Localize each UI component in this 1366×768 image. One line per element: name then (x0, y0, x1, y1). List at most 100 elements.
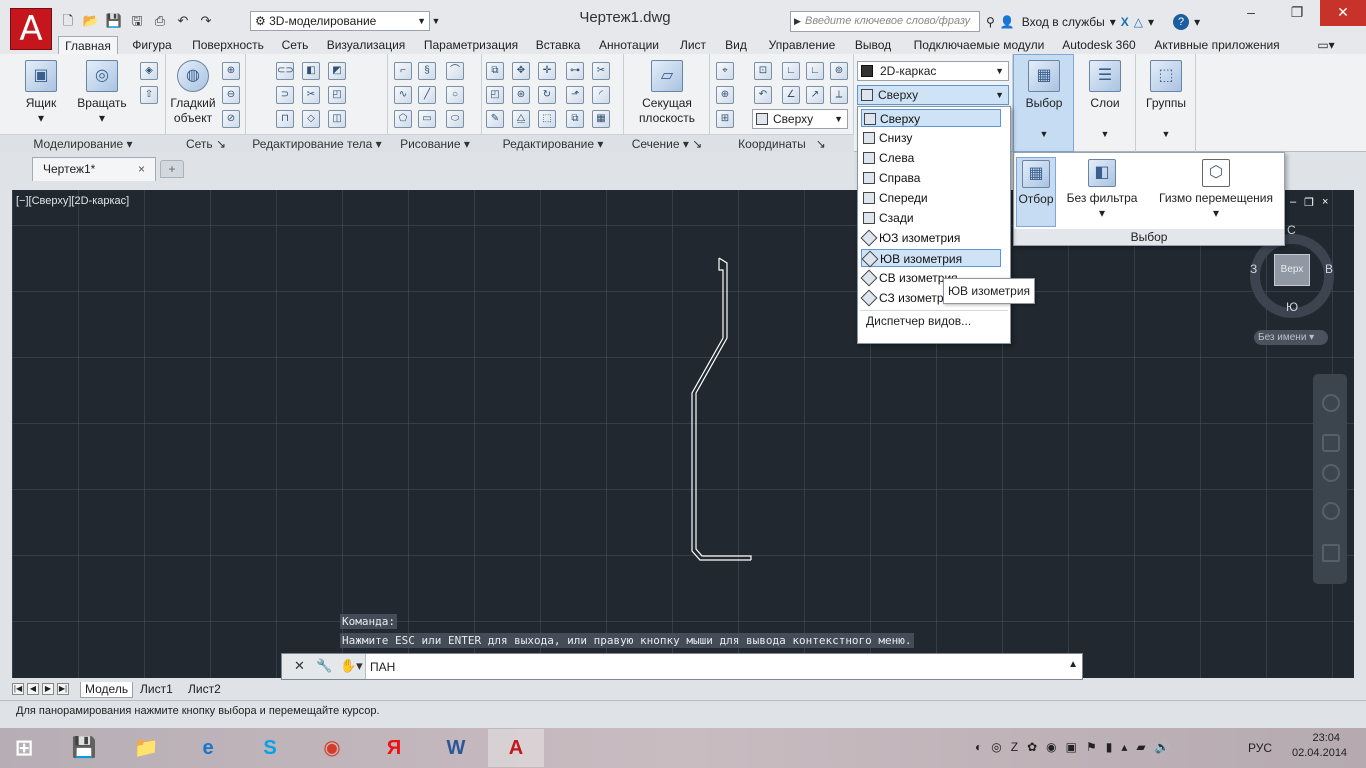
layout-tab-sheet2[interactable]: Лист2 (184, 682, 225, 698)
3d-rotate-icon[interactable]: ◰ (486, 86, 504, 104)
chevron-down-icon[interactable]: ▾ (1194, 15, 1200, 29)
view-option-top[interactable]: Сверху (861, 109, 1001, 127)
stretch-icon[interactable]: ⬏ (566, 86, 584, 104)
line-icon[interactable]: ╱ (418, 86, 436, 104)
ucs-zaxis-icon[interactable]: ↗ (806, 86, 824, 104)
binoculars-icon[interactable]: ⚲ (986, 15, 995, 29)
application-menu-button[interactable]: A (10, 8, 52, 50)
box-button[interactable]: ▣ Ящик ▾ (18, 60, 64, 126)
section-plane-button[interactable]: ▱ Секущая плоскость (634, 60, 700, 126)
network-icon[interactable]: △ (1134, 15, 1143, 29)
tab-mesh[interactable]: Сеть (276, 36, 314, 54)
view-option-right[interactable]: Справа (861, 169, 1001, 187)
3d-array-icon[interactable]: ⊛ (512, 86, 530, 104)
compass-west[interactable]: З (1250, 262, 1257, 276)
view-option-left[interactable]: Слева (861, 149, 1001, 167)
3d-move-icon[interactable]: ✥ (512, 62, 530, 80)
close-button[interactable]: ✕ (1320, 0, 1366, 26)
tray-flower-icon[interactable]: ✿ (1027, 740, 1037, 758)
layout-tab-model[interactable]: Модель (80, 682, 134, 698)
copy-icon[interactable]: ⧉ (566, 110, 584, 128)
extract-edges-icon[interactable]: ◰ (328, 86, 346, 104)
tab-solid[interactable]: Фигура (124, 36, 180, 54)
compass-east[interactable]: В (1325, 262, 1333, 276)
showmotion-icon[interactable] (1322, 544, 1340, 562)
offset-icon[interactable]: ⧉ (486, 62, 504, 80)
undo-icon[interactable]: ↶ (173, 11, 193, 31)
wrench-icon[interactable]: 🔧 (316, 658, 332, 674)
ucs-icon[interactable]: ⌖ (716, 62, 734, 80)
save-icon[interactable]: 💾 (104, 11, 124, 31)
redo-icon[interactable]: ↷ (196, 11, 216, 31)
tab-visualize[interactable]: Визуализация (320, 36, 412, 54)
view-combo[interactable]: Сверху ▼ (857, 85, 1009, 105)
circle-icon[interactable]: ○ (446, 86, 464, 104)
viewport-restore-icon[interactable]: ❐ (1304, 196, 1314, 209)
prev-layout-icon[interactable]: ◀ (27, 683, 39, 695)
first-layout-icon[interactable]: |◀ (12, 683, 24, 695)
tab-layout[interactable]: Лист (672, 36, 714, 54)
last-layout-icon[interactable]: ▶| (57, 683, 69, 695)
chevron-down-icon[interactable]: ▾ (1110, 15, 1116, 29)
view-manager-item[interactable]: Диспетчер видов... (866, 314, 971, 328)
ucs-origin-icon[interactable]: ⊕ (716, 86, 734, 104)
panel-draw-title[interactable]: Рисование ▾ (388, 134, 482, 152)
tray-circle-icon[interactable]: ◉ (1046, 740, 1056, 758)
spline-icon[interactable]: ∿ (394, 86, 412, 104)
ucs-name-menu[interactable]: Без имени ▾ (1254, 330, 1328, 345)
groups-button[interactable]: ⬚ Группы ▼ (1138, 60, 1194, 142)
panel-mesh-title[interactable]: Сеть ↘ (166, 134, 246, 152)
tab-manage[interactable]: Управление (762, 36, 842, 54)
exchange-icon[interactable]: X (1121, 15, 1129, 29)
separate-icon[interactable]: ◫ (328, 110, 346, 128)
ucs-y-icon[interactable]: ∟ (806, 62, 824, 80)
tray-signal-icon[interactable]: ▴ (1121, 740, 1127, 758)
mirror-icon[interactable]: ⧋ (512, 110, 530, 128)
selection-button[interactable]: ▦ Выбор ▼ (1016, 60, 1072, 142)
layout-tab-sheet1[interactable]: Лист1 (136, 682, 177, 698)
culling-button[interactable]: ▦ Отбор (1016, 157, 1056, 227)
subtract-icon[interactable]: ⊃ (276, 86, 294, 104)
tab-surface[interactable]: Поверхность (186, 36, 270, 54)
save-as-icon[interactable]: 🖫 (127, 11, 147, 31)
revolve-button[interactable]: ◎ Вращать ▾ (76, 60, 128, 126)
polyline-icon[interactable]: ⌐ (394, 62, 412, 80)
interfere-icon[interactable]: ✂ (302, 86, 320, 104)
tray-volume-icon[interactable]: 🔊 (1155, 740, 1170, 758)
mesh-smooth-less-icon[interactable]: ⊖ (222, 86, 240, 104)
internet-explorer-icon[interactable]: e (180, 729, 236, 767)
command-history-toggle-icon[interactable]: ▲ (1068, 659, 1078, 670)
open-icon[interactable]: 📂 (81, 11, 101, 31)
mesh-refine-icon[interactable]: ⊘ (222, 110, 240, 128)
view-option-sw-iso[interactable]: ЮЗ изометрия (860, 229, 1001, 247)
viewport-close-icon[interactable]: × (1322, 196, 1328, 209)
move-icon[interactable]: ✛ (538, 62, 556, 80)
viewport-label[interactable]: [−][Сверху][2D-каркас] (16, 195, 129, 207)
rect-array-icon[interactable]: ▦ (592, 110, 610, 128)
scale-icon[interactable]: ⬚ (538, 110, 556, 128)
arc-icon[interactable]: ⌒ (446, 62, 464, 80)
viewport-minimize-icon[interactable]: – (1290, 196, 1296, 209)
presspull-icon[interactable]: ⇧ (140, 86, 158, 104)
smooth-object-button[interactable]: ◍ Гладкий объект (168, 60, 218, 126)
signin-link[interactable]: Вход в службы (1020, 15, 1105, 29)
trim-icon[interactable]: ✂ (592, 62, 610, 80)
extrude-icon[interactable]: ◈ (140, 62, 158, 80)
align-icon[interactable]: ⊶ (566, 62, 584, 80)
ucs-previous-icon[interactable]: ↶ (754, 86, 772, 104)
yandex-browser-icon[interactable]: Я (366, 729, 422, 767)
minimize-button[interactable]: – (1228, 0, 1274, 26)
search-input[interactable]: ▶ Введите ключевое слово/фразу (790, 11, 980, 32)
ribbon-minimize-icon[interactable]: ▭▾ (1312, 36, 1340, 54)
maximize-button[interactable]: ❐ (1274, 0, 1320, 26)
command-input[interactable]: ПАН (370, 660, 395, 674)
chrome-icon[interactable]: ◉ (304, 729, 360, 767)
ellipse-icon[interactable]: ⬭ (446, 110, 464, 128)
file-tab-drawing1[interactable]: Чертеж1* × (32, 157, 156, 181)
coordinates-view-combo[interactable]: Сверху ▼ (752, 109, 848, 129)
steering-wheel-icon[interactable] (1322, 394, 1340, 412)
tab-view[interactable]: Вид (720, 36, 752, 54)
tray-monitor-icon[interactable]: ▣ (1066, 740, 1077, 758)
fillet-icon[interactable]: ◜ (592, 86, 610, 104)
floppy-app-icon[interactable]: 💾 (56, 729, 112, 767)
